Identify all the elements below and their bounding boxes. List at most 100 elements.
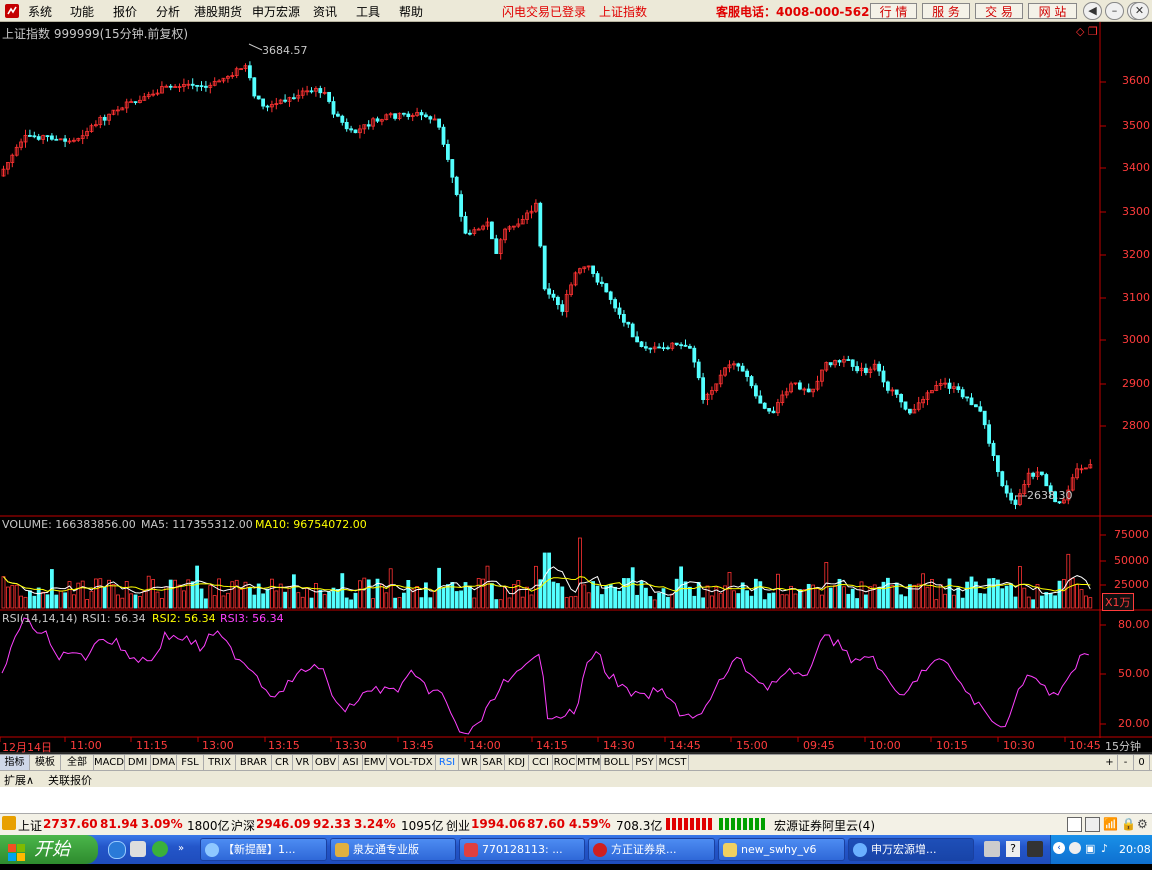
indicator-tab-brar[interactable]: BRAR xyxy=(236,755,272,770)
candle-body xyxy=(168,85,173,88)
indicator-tab-vol-tdx[interactable]: VOL-TDX xyxy=(387,755,436,770)
time-axis-label: 10:45 xyxy=(1069,739,1101,752)
menu-hk-futures[interactable]: 港股期货 xyxy=(194,3,242,20)
indicator-tab-模板[interactable]: 模板 xyxy=(30,755,61,770)
time-axis-label: 12月14日 xyxy=(2,741,52,754)
candle-body xyxy=(50,135,54,140)
tray-collapse-icon[interactable]: ‹ xyxy=(1053,842,1065,854)
indicator-tab-psy[interactable]: PSY xyxy=(633,755,657,770)
menu-shenwan[interactable]: 申万宏源 xyxy=(252,3,300,20)
hs-label: 沪深 xyxy=(231,819,256,833)
trade-button[interactable]: 交 易 xyxy=(975,3,1023,19)
browser-icon[interactable] xyxy=(152,841,168,857)
indicator-tab-dma[interactable]: DMA xyxy=(151,755,177,770)
volume-bar xyxy=(58,590,63,609)
volume-bar xyxy=(388,568,393,609)
layout-icon[interactable] xyxy=(1067,817,1082,832)
help-tray-icon[interactable]: ? xyxy=(1006,841,1020,857)
tray-app-icon[interactable] xyxy=(984,841,1000,857)
cy-amount: 708.3亿 xyxy=(616,819,663,833)
ie-icon[interactable] xyxy=(108,841,126,859)
indicator-tab-fsl[interactable]: FSL xyxy=(177,755,204,770)
candle-body xyxy=(454,176,459,195)
volume-bar xyxy=(732,590,736,609)
expand-tab[interactable]: 扩展∧ xyxy=(4,772,34,788)
menu-bar: 系统 功能 报价 分析 港股期货 申万宏源 资讯 工具 帮助 闪电交易已登录 上… xyxy=(0,0,1152,22)
taskbar-task-folder[interactable]: new_swhy_v6 xyxy=(718,838,845,861)
indicator-tab-cr[interactable]: CR xyxy=(272,755,293,770)
indicator-tab-obv[interactable]: OBV xyxy=(313,755,339,770)
volume-bar xyxy=(679,566,683,609)
candle-body xyxy=(688,345,692,349)
app-icon[interactable] xyxy=(4,3,22,19)
minimize-icon[interactable]: – xyxy=(1105,2,1124,20)
volume-bar xyxy=(613,586,617,609)
volume-bar xyxy=(221,595,226,609)
zoom-reset-button[interactable]: 0 xyxy=(1134,755,1150,770)
info-panel xyxy=(0,787,1152,813)
taskbar-task-shenwan[interactable]: 申万宏源增... xyxy=(848,838,974,861)
indicator-tab-mcst[interactable]: MCST xyxy=(657,755,689,770)
kline-chart-area[interactable]: 上证指数 999999(15分钟.前复权) ◇ ❐ 3684.57 2638.3… xyxy=(0,22,1152,754)
candle-body xyxy=(877,363,881,372)
tray-monitor-icon[interactable] xyxy=(1027,841,1043,857)
price-axis-label: 2900 xyxy=(1122,377,1150,390)
volume-bar xyxy=(335,588,340,609)
menu-system[interactable]: 系统 xyxy=(28,3,52,20)
indicator-tab-rsi[interactable]: RSI xyxy=(436,755,459,770)
indicator-tab-trix[interactable]: TRIX xyxy=(204,755,236,770)
candle-body xyxy=(595,273,600,283)
candle-body xyxy=(894,389,899,395)
volume-bar xyxy=(494,599,499,609)
indicator-tab-全部[interactable]: 全部 xyxy=(61,755,94,770)
related-quote-tab[interactable]: 关联报价 xyxy=(48,772,92,788)
indicator-tab-wr[interactable]: WR xyxy=(459,755,481,770)
taskbar-task-quanyoutong[interactable]: 泉友通专业版 xyxy=(330,838,456,861)
candle-body xyxy=(767,408,771,412)
period-selector[interactable]: 15分钟 xyxy=(1105,738,1141,754)
indicator-tab-macd[interactable]: MACD xyxy=(94,755,125,770)
indicator-tab-sar[interactable]: SAR xyxy=(481,755,505,770)
indicator-tab-kdj[interactable]: KDJ xyxy=(505,755,529,770)
volume-bar xyxy=(467,585,472,609)
clock-time[interactable]: 20:08 xyxy=(1119,843,1151,856)
network-icon[interactable]: ▣ xyxy=(1085,842,1095,855)
indicator-tab-指标[interactable]: 指标 xyxy=(0,755,30,770)
taskbar-task-founder[interactable]: 方正证券泉... xyxy=(588,838,715,861)
menu-analysis[interactable]: 分析 xyxy=(156,3,180,20)
chart-settings-icon[interactable]: ◇ ❐ xyxy=(1076,25,1098,38)
menu-quote[interactable]: 报价 xyxy=(113,3,137,20)
service-button[interactable]: 服 务 xyxy=(922,3,970,19)
menu-info[interactable]: 资讯 xyxy=(313,3,337,20)
indicator-tab-vr[interactable]: VR xyxy=(293,755,313,770)
volume-bar xyxy=(648,596,653,609)
view-icon[interactable] xyxy=(1085,817,1100,832)
indicator-tab-asi[interactable]: ASI xyxy=(339,755,363,770)
close-icon[interactable]: ✕ xyxy=(1130,2,1149,20)
desktop-icon[interactable] xyxy=(130,841,146,857)
time-axis-label: 09:45 xyxy=(803,739,835,752)
menu-function[interactable]: 功能 xyxy=(70,3,94,20)
volume-icon[interactable]: ♪ xyxy=(1101,842,1108,855)
start-button[interactable]: 开始 xyxy=(0,835,98,864)
shield-icon[interactable] xyxy=(1069,842,1081,854)
indicator-tab-boll[interactable]: BOLL xyxy=(601,755,633,770)
menu-help[interactable]: 帮助 xyxy=(399,3,423,20)
quote-button[interactable]: 行 情 xyxy=(870,3,917,19)
indicator-tab-mtm[interactable]: MTM xyxy=(577,755,601,770)
taskbar-task-chat[interactable]: 770128113: ... xyxy=(459,838,585,861)
indicator-tab-dmi[interactable]: DMI xyxy=(125,755,151,770)
website-button[interactable]: 网 站 xyxy=(1028,3,1077,19)
candle-body xyxy=(1031,472,1035,477)
zoom-in-button[interactable]: + xyxy=(1102,755,1118,770)
volume-bar xyxy=(925,586,930,609)
indicator-tab-roc[interactable]: ROC xyxy=(553,755,577,770)
back-icon[interactable]: ◀ xyxy=(1083,2,1102,20)
taskbar-task-reminder[interactable]: 【新提醒】1... xyxy=(200,838,327,861)
taskbar-expand-icon[interactable]: » xyxy=(178,843,184,854)
indicator-tab-cci[interactable]: CCI xyxy=(529,755,553,770)
settings-icon[interactable]: ⚙ xyxy=(1137,817,1148,831)
zoom-out-button[interactable]: - xyxy=(1118,755,1134,770)
indicator-tab-emv[interactable]: EMV xyxy=(363,755,387,770)
menu-tools[interactable]: 工具 xyxy=(356,3,380,20)
